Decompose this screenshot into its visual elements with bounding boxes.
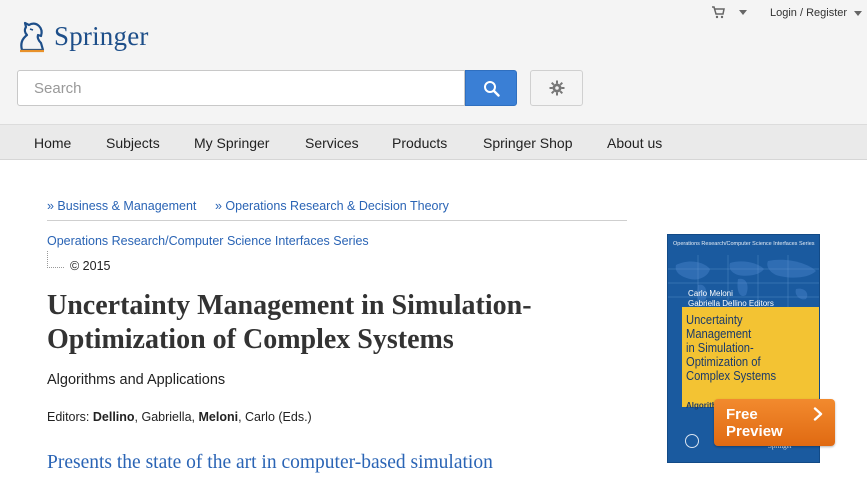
editor-2-first-name: , Carlo (Eds.): [238, 410, 312, 424]
editor-1-last-name: Dellino: [92, 410, 135, 424]
chevron-right-icon: [813, 407, 823, 421]
editors-line: Editors: Dellino, Gabriella, Meloni, Car…: [47, 410, 312, 424]
breadcrumb-divider: [47, 220, 627, 221]
book-title: Uncertainty Management in Simulation-Opt…: [47, 290, 532, 355]
search-settings-button[interactable]: [530, 70, 583, 106]
editor-1-first-name: , Gabriella,: [134, 410, 195, 424]
book-subtitle: Algorithms and Applications: [47, 372, 226, 388]
free-preview-button[interactable]: Free Preview: [714, 399, 835, 446]
springer-logo[interactable]: Springer: [16, 19, 149, 53]
search-input[interactable]: [17, 70, 465, 106]
book-tagline: Presents the state of the art in compute…: [47, 452, 493, 473]
cover-title-line: in Simulation-: [686, 340, 754, 355]
cover-series-text: Operations Research/Computer Science Int…: [673, 241, 815, 247]
cover-title-line: Complex Systems: [686, 368, 777, 383]
nav-item-my-springer[interactable]: My Springer: [194, 135, 269, 151]
cart-menu[interactable]: [711, 5, 747, 19]
nav-item-springer-shop[interactable]: Springer Shop: [483, 135, 573, 151]
tree-connector: [47, 251, 64, 268]
login-register-label: Login / Register: [770, 7, 848, 19]
springer-horse-icon: [20, 21, 45, 53]
cover-title: Uncertainty Management in Simulation- Op…: [686, 313, 816, 383]
free-preview-line-2: Preview: [726, 423, 783, 440]
nav-item-subjects[interactable]: Subjects: [106, 135, 160, 151]
nav-item-products[interactable]: Products: [392, 135, 447, 151]
nav-item-about-us[interactable]: About us: [607, 135, 662, 151]
cover-title-line: Optimization of: [686, 354, 761, 369]
search-icon: [483, 80, 500, 97]
cover-title-line: Management: [686, 326, 752, 341]
breadcrumb-business-management[interactable]: » Business & Management: [47, 199, 196, 213]
brand-name: Springer: [54, 20, 149, 51]
breadcrumb: » Business & Management » Operations Res…: [47, 199, 449, 213]
chevron-down-icon: [739, 9, 747, 15]
breadcrumb-operations-research[interactable]: » Operations Research & Decision Theory: [215, 199, 449, 213]
editors-label: Editors:: [47, 410, 90, 424]
cover-title-line: Uncertainty: [686, 312, 743, 327]
search-button[interactable]: [465, 70, 517, 106]
nav-item-home[interactable]: Home: [34, 135, 71, 151]
login-register-menu[interactable]: Login / Register: [770, 7, 863, 19]
nav-item-services[interactable]: Services: [305, 135, 359, 151]
site-header: Springer Login / Register: [0, 0, 867, 124]
chevron-down-icon: [854, 10, 863, 16]
shopping-cart-icon: [712, 6, 725, 19]
publisher-seal-icon: [685, 434, 699, 448]
cover-editor-line-1: Carlo Meloni: [688, 289, 733, 298]
editor-2-last-name: Meloni: [198, 410, 239, 424]
free-preview-line-1: Free: [726, 406, 758, 423]
gear-icon: [549, 80, 564, 96]
main-navigation: Home Subjects My Springer Services Produ…: [0, 124, 867, 160]
series-link[interactable]: Operations Research/Computer Science Int…: [47, 234, 369, 248]
copyright-year: © 2015: [70, 259, 111, 273]
